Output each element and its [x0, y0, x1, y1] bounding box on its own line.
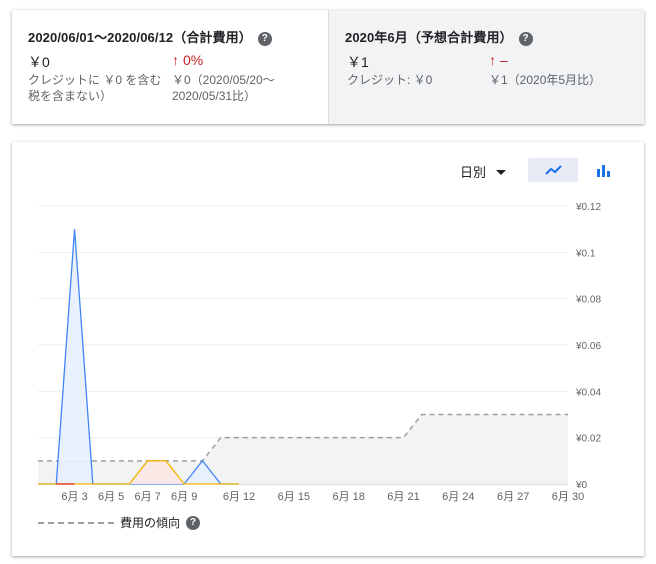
forecast-change: ↑ –	[489, 52, 508, 68]
help-icon[interactable]: ?	[518, 32, 533, 46]
y-tick-label: ¥0	[575, 480, 588, 491]
credit-note-line2: 税を含まない）	[28, 89, 113, 103]
forecast-change-value: –	[500, 52, 508, 68]
chart-legend: 費用の傾向?	[38, 514, 201, 531]
x-tick-label: 6月 5	[98, 491, 124, 503]
y-tick-label: ¥0.04	[575, 387, 601, 398]
compare-note-line1: ￥0（2020/05/20～	[172, 73, 275, 87]
y-tick-label: ¥0.1	[575, 248, 596, 259]
y-tick-label: ¥0.08	[575, 295, 601, 306]
forecast-title: 2020年6月（予想合計費用）?	[345, 27, 533, 46]
current-period-title-text: 2020/06/01～2020/06/12（合計費用）	[28, 30, 252, 45]
arrow-up-icon: ↑	[489, 52, 496, 68]
y-tick-label: ¥0.12	[575, 202, 601, 213]
trend-legend-label: 費用の傾向	[120, 516, 181, 530]
x-tick-label: 6月 30	[552, 491, 584, 503]
help-icon[interactable]: ?	[257, 32, 272, 46]
x-tick-label: 6月 12	[223, 491, 255, 503]
x-tick-label: 6月 7	[135, 491, 161, 503]
x-tick-label: 6月 27	[497, 491, 529, 503]
current-change: ↑ 0%	[172, 52, 203, 68]
current-change-value: 0%	[183, 52, 204, 68]
forecast-panel: 2020年6月（予想合計費用）? ￥1 ↑ – クレジット: ￥0 ￥1（2020…	[328, 10, 644, 124]
cost-summary-card: 2020/06/01～2020/06/12（合計費用）? ￥0 ↑ 0% クレジッ…	[12, 10, 644, 124]
x-tick-label: 6月 24	[442, 491, 474, 503]
x-tick-label: 6月 15	[278, 491, 310, 503]
arrow-up-icon: ↑	[172, 52, 179, 68]
current-compare-note: ￥0（2020/05/20～ 2020/05/31比）	[172, 72, 275, 104]
current-period-title: 2020/06/01～2020/06/12（合計費用）?	[28, 27, 272, 46]
cost-trend-chart: ¥0.12 ¥0.1 ¥0.08 ¥0.06 ¥0.04 ¥0.02 ¥0 6月 3 6月 5 6…	[38, 202, 601, 503]
x-tick-label: 6月 3	[61, 491, 87, 503]
trend-line-swatch	[38, 521, 114, 524]
x-tick-label: 6月 9	[171, 491, 197, 503]
forecast-credit-note: クレジット: ￥0	[347, 73, 433, 87]
x-tick-label: 6月 21	[387, 491, 419, 503]
y-tick-label: ¥0.02	[575, 434, 601, 445]
trend-area	[38, 414, 568, 484]
credit-note-line1: クレジットに ￥0 を含む	[28, 73, 162, 87]
forecast-title-text: 2020年6月（予想合計費用）	[345, 30, 513, 45]
current-period-panel: 2020/06/01～2020/06/12（合計費用）? ￥0 ↑ 0% クレジッ…	[12, 10, 328, 124]
current-credit-note: クレジットに ￥0 を含む 税を含まない）	[28, 72, 161, 104]
y-tick-label: ¥0.06	[575, 341, 601, 352]
help-icon[interactable]: ?	[186, 515, 201, 530]
cost-chart-card: 日別 ¥0.12 ¥0.1 ¥0.08 ¥0.06 ¥0.04 ¥0.02 ¥0 6月 3 6月…	[12, 142, 644, 556]
series-area	[38, 229, 240, 484]
forecast-compare-note: ￥1（2020年5月比）	[489, 73, 602, 87]
compare-note-line2: 2020/05/31比）	[172, 89, 257, 103]
x-tick-label: 6月 18	[332, 491, 364, 503]
forecast-total-value: ￥1	[347, 54, 369, 70]
current-total-value: ￥0	[28, 54, 50, 70]
